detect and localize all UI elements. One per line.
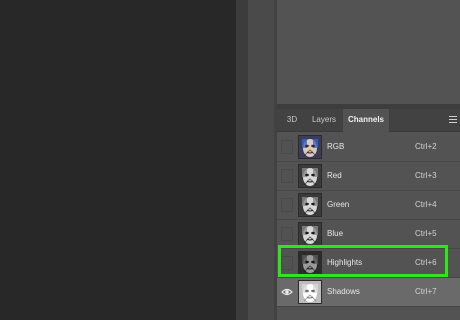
panel-dock-gutter (248, 0, 276, 320)
channel-row-rgb[interactable]: RGB Ctrl+2 (277, 133, 460, 162)
canvas-scrollbar[interactable] (236, 0, 248, 320)
channel-thumbnail (298, 251, 322, 275)
visibility-eye-icon[interactable] (281, 169, 293, 183)
channel-thumbnail (298, 193, 322, 217)
panel-tab-bar: 3D Layers Channels (277, 109, 460, 132)
channel-thumbnail (298, 222, 322, 246)
channel-row-red[interactable]: Red Ctrl+3 (277, 162, 460, 191)
channel-shortcut: Ctrl+6 (415, 258, 437, 267)
channel-shortcut: Ctrl+3 (415, 171, 437, 180)
visibility-eye-icon[interactable] (281, 198, 293, 212)
tab-channels[interactable]: Channels (343, 109, 389, 132)
tab-layers[interactable]: Layers (307, 109, 341, 131)
tab-3d[interactable]: 3D (281, 109, 303, 131)
channel-name: Shadows (327, 287, 360, 296)
visibility-eye-icon[interactable] (281, 140, 293, 154)
channel-shortcut: Ctrl+7 (415, 287, 437, 296)
channels-panel: 3D Layers Channels RGB Ctrl+2 Red Ctrl+3 Gre… (277, 109, 460, 320)
visibility-eye-icon[interactable] (281, 285, 293, 299)
panel-menu-icon[interactable] (449, 116, 457, 124)
channel-name: Red (327, 171, 342, 180)
channel-row-shadows[interactable]: Shadows Ctrl+7 (277, 278, 460, 307)
document-canvas-area[interactable] (0, 0, 236, 320)
visibility-eye-icon[interactable] (281, 256, 293, 270)
visibility-eye-icon[interactable] (281, 227, 293, 241)
upper-panel (277, 0, 460, 104)
channel-shortcut: Ctrl+5 (415, 229, 437, 238)
channel-row-green[interactable]: Green Ctrl+4 (277, 191, 460, 220)
channel-name: Green (327, 200, 350, 209)
channel-name: Blue (327, 229, 344, 238)
channel-shortcut: Ctrl+4 (415, 200, 437, 209)
channel-thumbnail (298, 280, 322, 304)
channel-shortcut: Ctrl+2 (415, 142, 437, 151)
channel-name: RGB (327, 142, 345, 151)
channel-thumbnail (298, 135, 322, 159)
channel-thumbnail (298, 164, 322, 188)
channel-row-blue[interactable]: Blue Ctrl+5 (277, 220, 460, 249)
channel-name: Highlights (327, 258, 363, 267)
channel-list: RGB Ctrl+2 Red Ctrl+3 Green Ctrl+4 Blue Ctrl+5 H… (277, 133, 460, 307)
channel-row-highlights[interactable]: Highlights Ctrl+6 (277, 249, 460, 278)
